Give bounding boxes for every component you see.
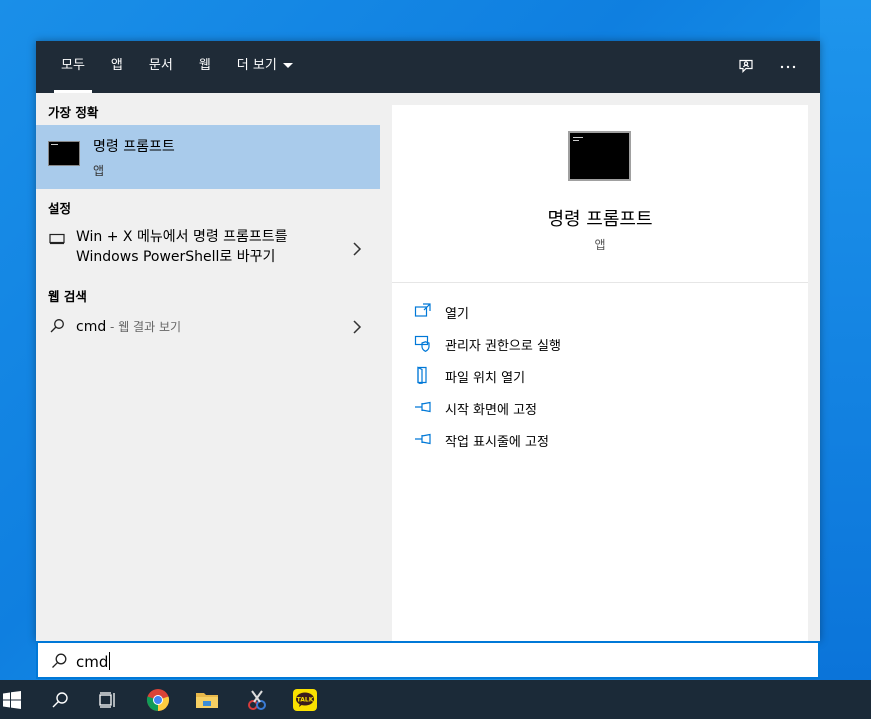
chrome-icon [146, 688, 170, 711]
tab-all[interactable]: 모두 [48, 41, 98, 93]
chevron-right-icon [353, 242, 362, 256]
action-open-file-location[interactable]: 파일 위치 열기 [414, 364, 794, 386]
tab-all-label: 모두 [61, 58, 85, 73]
detail-app-name: 명령 프롬프트 [547, 209, 653, 230]
chevron-down-icon [282, 63, 293, 68]
web-search-result[interactable]: cmd - 웹 결과 보기 [36, 313, 380, 343]
search-panel: 모두 앱 문서 웹 더 보기 가장 정확 명령 프롬프트 앱 설정 Win + … [36, 41, 820, 641]
file-explorer-icon [196, 692, 218, 708]
desktop-background [820, 0, 871, 680]
web-search-suffix: - 웹 결과 보기 [106, 320, 182, 334]
feedback-icon[interactable] [734, 55, 758, 79]
search-input[interactable]: cmd [76, 652, 111, 671]
web-search-text: cmd - 웹 결과 보기 [76, 317, 181, 337]
taskbar-search-button[interactable] [36, 680, 84, 719]
detail-divider [392, 282, 808, 283]
search-query: cmd [76, 653, 109, 671]
best-match-result[interactable]: 명령 프롬프트 앱 [36, 125, 380, 189]
action-open-file-location-label: 파일 위치 열기 [445, 371, 526, 386]
action-open[interactable]: 열기 [414, 300, 794, 322]
kakaotalk-label: TALK [297, 696, 314, 703]
tab-apps-label: 앱 [110, 58, 123, 73]
windows-start-button[interactable] [0, 680, 36, 719]
snipping-tool-taskbar-button[interactable] [233, 680, 281, 719]
taskbar: TALK [0, 680, 871, 719]
display-settings-icon [48, 230, 66, 248]
snipping-tool-icon [248, 689, 266, 710]
action-run-as-admin-label: 관리자 권한으로 실행 [445, 339, 561, 354]
pin-icon [415, 433, 431, 445]
detail-app-type: 앱 [594, 238, 606, 252]
filter-bar: 모두 앱 문서 웹 더 보기 [36, 41, 820, 93]
best-match-name: 명령 프롬프트 [93, 139, 175, 155]
command-prompt-large-icon [568, 131, 631, 181]
results-list: 가장 정확 명령 프롬프트 앱 설정 Win + X 메뉴에서 명령 프롬프트를… [36, 93, 380, 641]
task-view-button[interactable] [84, 680, 132, 719]
action-pin-to-start[interactable]: 시작 화면에 고정 [414, 396, 794, 418]
task-view-icon [99, 691, 115, 708]
tab-more[interactable]: 더 보기 [224, 41, 306, 93]
action-pin-to-start-label: 시작 화면에 고정 [445, 403, 537, 418]
file-explorer-taskbar-button[interactable] [183, 680, 231, 719]
setting-line-2: Windows PowerShell로 바꾸기 [76, 249, 276, 265]
action-run-as-admin[interactable]: 관리자 권한으로 실행 [414, 332, 794, 354]
setting-line-1: Win + X 메뉴에서 명령 프롬프트를 [76, 229, 288, 245]
settings-heading: 설정 [48, 201, 72, 216]
chrome-taskbar-button[interactable] [134, 680, 182, 719]
setting-result[interactable]: Win + X 메뉴에서 명령 프롬프트를 Windows PowerShell… [36, 227, 380, 271]
tab-documents-label: 문서 [148, 58, 173, 73]
tab-documents[interactable]: 문서 [136, 41, 186, 93]
shield-icon [414, 335, 430, 352]
best-match-type: 앱 [93, 164, 105, 178]
action-open-label: 열기 [445, 307, 469, 322]
windows-start-icon [3, 690, 21, 709]
action-pin-to-taskbar[interactable]: 작업 표시줄에 고정 [414, 428, 794, 450]
tab-more-label: 더 보기 [236, 58, 277, 73]
kakaotalk-taskbar-button[interactable]: TALK [281, 680, 329, 719]
best-match-heading: 가장 정확 [48, 105, 99, 120]
search-icon [52, 691, 68, 707]
action-pin-to-taskbar-label: 작업 표시줄에 고정 [445, 435, 549, 450]
search-icon [52, 653, 67, 668]
more-options-icon[interactable] [776, 55, 800, 79]
kakaotalk-icon: TALK [293, 688, 317, 711]
detail-pane: 명령 프롬프트 앱 열기 관리자 권한으로 실행 파일 위치 열기 시작 화면에… [392, 105, 808, 641]
setting-result-text: Win + X 메뉴에서 명령 프롬프트를 Windows PowerShell… [76, 227, 288, 267]
pin-icon [415, 401, 431, 413]
tab-apps[interactable]: 앱 [98, 41, 136, 93]
command-prompt-icon [48, 141, 80, 166]
search-box[interactable]: cmd [36, 641, 820, 679]
tab-web-label: 웹 [198, 58, 211, 73]
chevron-right-icon [353, 320, 362, 334]
file-location-icon [417, 366, 427, 384]
web-search-query: cmd [76, 319, 107, 335]
text-cursor [109, 652, 111, 670]
tab-web[interactable]: 웹 [186, 41, 224, 93]
search-icon [48, 317, 66, 335]
web-search-heading: 웹 검색 [48, 289, 87, 304]
filter-tabs: 모두 앱 문서 웹 더 보기 [48, 41, 306, 93]
open-icon [414, 303, 431, 317]
